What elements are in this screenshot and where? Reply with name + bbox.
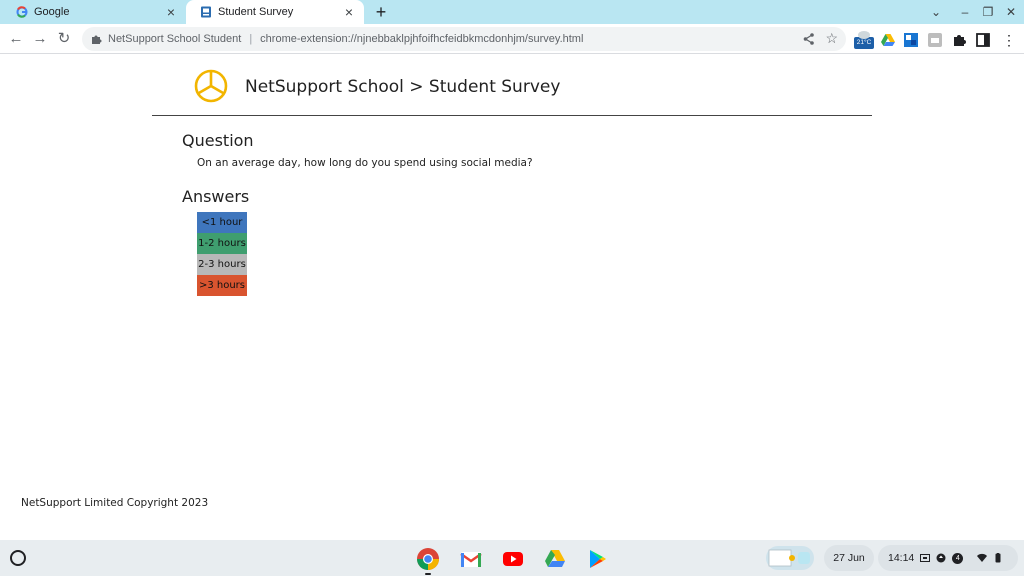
extensions-puzzle-icon[interactable] — [951, 32, 967, 48]
netsupport-extension-icon[interactable] — [903, 32, 919, 48]
screen-capture-icon — [920, 553, 931, 563]
gmail-icon[interactable] — [459, 547, 483, 571]
status-tray[interactable]: 14:14 4 — [878, 545, 1018, 571]
restore-icon[interactable]: ❐ — [979, 3, 997, 21]
omnibox-divider: | — [249, 33, 253, 45]
date-tray[interactable]: 27 Jun — [824, 545, 874, 571]
weather-icon[interactable]: 21°C — [854, 29, 874, 49]
chevron-down-icon[interactable]: ⌄ — [927, 3, 945, 21]
tab-title: Student Survey — [218, 6, 294, 18]
survey-icon — [200, 6, 212, 18]
google-drive-icon[interactable] — [880, 32, 896, 48]
back-icon[interactable]: ← — [6, 29, 26, 49]
answer-1-2-hours[interactable]: 1-2 hours — [197, 233, 247, 254]
active-app-indicator — [425, 573, 431, 575]
address-bar[interactable]: NetSupport School Student | chrome-exten… — [82, 27, 846, 51]
bookmark-star-icon[interactable]: ☆ — [825, 30, 838, 46]
close-icon[interactable]: × — [164, 5, 178, 19]
wifi-icon — [977, 553, 988, 563]
answer-2-3-hours[interactable]: 2-3 hours — [197, 254, 247, 275]
minimize-icon[interactable]: – — [956, 3, 974, 21]
battery-icon — [993, 553, 1003, 563]
answer-list: <1 hour 1-2 hours 2-3 hours >3 hours — [197, 212, 247, 296]
answers-heading: Answers — [182, 187, 250, 206]
chrome-icon[interactable] — [416, 547, 440, 571]
netsupport-logo-icon — [193, 68, 229, 104]
time-text: 14:14 — [888, 552, 915, 564]
puzzle-icon — [90, 33, 102, 45]
screenshot-thumbnail-icon[interactable] — [766, 546, 814, 570]
google-g-icon — [16, 6, 28, 18]
date-text: 27 Jun — [833, 552, 865, 564]
tab-google[interactable]: Google × — [2, 0, 186, 24]
browser-toolbar: ← → ↻ NetSupport School Student | chrome… — [0, 24, 1024, 54]
weather-temp: 21°C — [856, 39, 872, 46]
tab-title: Google — [34, 6, 70, 18]
close-window-icon[interactable]: ✕ — [1002, 3, 1020, 21]
side-panel-icon[interactable] — [975, 32, 991, 48]
extension-icon[interactable] — [927, 32, 943, 48]
notification-count-badge: 4 — [952, 552, 964, 564]
question-heading: Question — [182, 131, 254, 150]
menu-icon[interactable]: ⋮ — [1001, 32, 1017, 48]
google-drive-app-icon[interactable] — [543, 547, 567, 571]
forward-icon[interactable]: → — [30, 29, 50, 49]
share-icon[interactable] — [802, 32, 816, 46]
youtube-icon[interactable] — [501, 547, 525, 571]
play-store-icon[interactable] — [585, 547, 609, 571]
header-divider — [152, 115, 872, 116]
update-icon — [936, 553, 946, 563]
tab-student-survey[interactable]: Student Survey × — [186, 0, 364, 24]
launcher-icon[interactable] — [10, 550, 26, 566]
reload-icon[interactable]: ↻ — [54, 29, 74, 49]
close-icon[interactable]: × — [342, 5, 356, 19]
new-tab-button[interactable]: + — [372, 3, 390, 21]
copyright-footer: NetSupport Limited Copyright 2023 — [21, 497, 209, 509]
tab-strip: Google × Student Survey × + ⌄ – ❐ ✕ — [0, 0, 1024, 24]
page-title: NetSupport School > Student Survey — [245, 77, 561, 97]
answer-less-than-1-hour[interactable]: <1 hour — [197, 212, 247, 233]
url-text: chrome-extension://njnebbaklpjhfoifhcfei… — [260, 33, 584, 45]
os-shelf: 27 Jun 14:14 4 — [0, 540, 1024, 576]
question-text: On an average day, how long do you spend… — [197, 157, 533, 169]
site-name: NetSupport School Student — [108, 33, 242, 45]
answer-more-than-3-hours[interactable]: >3 hours — [197, 275, 247, 296]
